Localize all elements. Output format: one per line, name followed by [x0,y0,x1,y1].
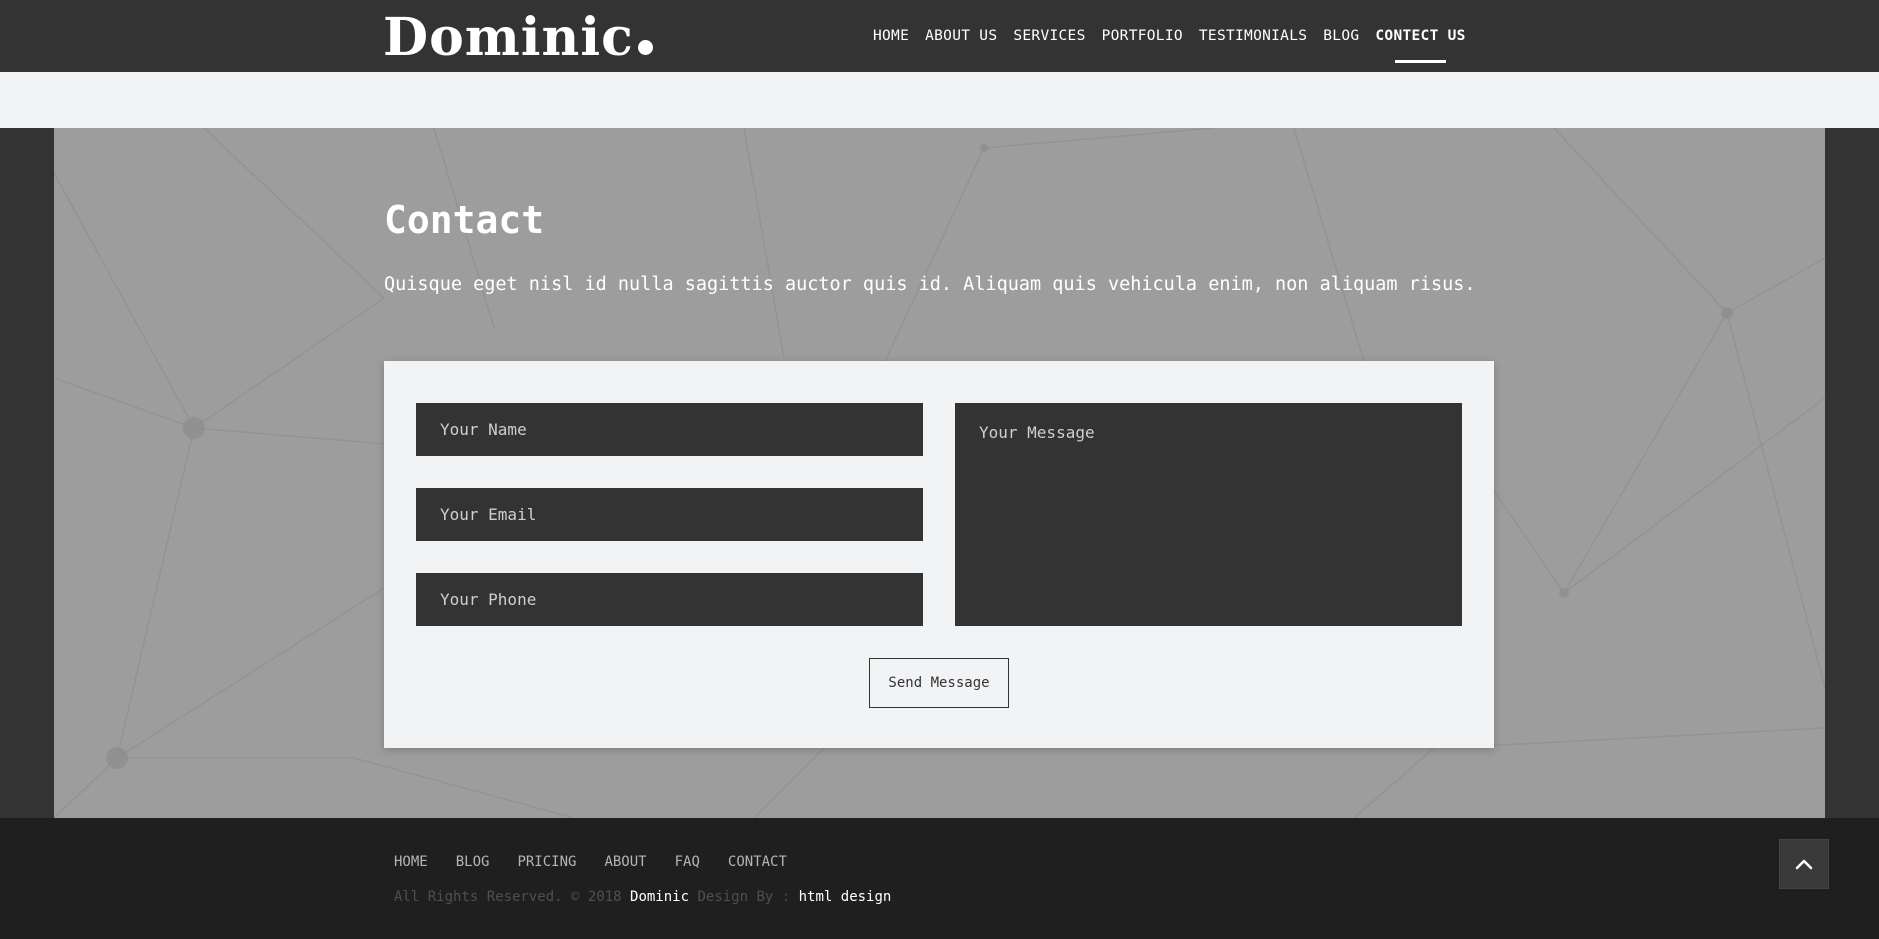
back-to-top-button[interactable] [1779,839,1829,889]
footer-nav: HOME BLOG PRICING ABOUT FAQ CONTACT [394,854,787,870]
nav-item-contact-us[interactable]: CONTECT US [1375,28,1465,63]
email-input[interactable] [416,488,923,541]
copyright-brand-link[interactable]: Dominic [630,889,689,905]
footer-link-pricing[interactable]: PRICING [517,854,576,870]
footer-link-blog[interactable]: BLOG [456,854,490,870]
footer-link-faq[interactable]: FAQ [675,854,700,870]
contact-title: Contact [384,198,545,242]
footer-link-home[interactable]: HOME [394,854,428,870]
footer-link-contact[interactable]: CONTACT [728,854,787,870]
copyright-designer-link[interactable]: html design [799,889,892,905]
site-header: Dominic HOME ABOUT US SERVICES PORTFOLIO… [0,0,1879,72]
main-nav: HOME ABOUT US SERVICES PORTFOLIO TESTIMO… [873,0,1466,72]
nav-item-about-us[interactable]: ABOUT US [925,28,997,44]
logo-text: Dominic [383,7,634,68]
name-input[interactable] [416,403,923,456]
nav-item-portfolio[interactable]: PORTFOLIO [1102,28,1183,44]
nav-item-testimonials[interactable]: TESTIMONIALS [1199,28,1307,44]
site-logo[interactable]: Dominic [383,6,653,70]
contact-form: Send Message [384,361,1494,748]
contact-description: Quisque eget nisl id nulla sagittis auct… [384,274,1476,295]
nav-item-blog[interactable]: BLOG [1323,28,1359,44]
copyright-designby: Design By : [697,889,791,905]
header-spacer-strip [0,72,1879,128]
nav-item-services[interactable]: SERVICES [1013,28,1085,44]
site-footer: HOME BLOG PRICING ABOUT FAQ CONTACT All … [0,818,1879,939]
section-left-border [0,128,54,818]
copyright-text: All Rights Reserved. © 2018 Dominic Desi… [394,889,891,905]
contact-section: Contact Quisque eget nisl id nulla sagit… [54,128,1825,818]
copyright-prefix: All Rights Reserved. © 2018 [394,889,622,905]
chevron-up-icon [1795,859,1813,870]
nav-item-home[interactable]: HOME [873,28,909,44]
section-right-border [1825,128,1879,818]
phone-input[interactable] [416,573,923,626]
send-message-button[interactable]: Send Message [869,658,1009,708]
logo-dot-icon [637,40,653,55]
footer-link-about[interactable]: ABOUT [604,854,646,870]
message-textarea[interactable] [955,403,1462,626]
